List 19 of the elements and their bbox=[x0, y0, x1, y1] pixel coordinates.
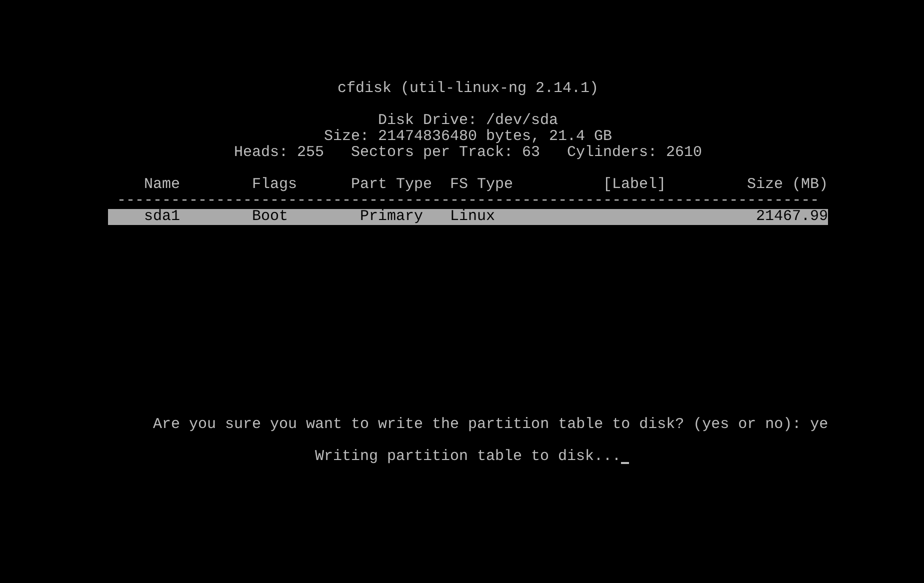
column-header: [Label] bbox=[603, 176, 666, 193]
disk-info-line: Disk Drive: /dev/sda bbox=[378, 112, 558, 129]
column-header: Part Type bbox=[351, 176, 432, 193]
program-title: cfdisk (util-linux-ng 2.14.1) bbox=[337, 80, 599, 97]
partition-row[interactable]: sda1 Boot Primary Linux 21467.99 bbox=[108, 209, 828, 225]
table-separator: ------------------------------------------------------------------------------ bbox=[117, 192, 820, 209]
table-cell: 21467.99 bbox=[756, 208, 828, 225]
column-header: Name bbox=[144, 176, 180, 193]
table-cell: Boot bbox=[252, 208, 288, 225]
table-cell-text: Primary bbox=[359, 208, 424, 225]
column-header: Flags bbox=[252, 176, 298, 193]
status-message: Writing partition table to disk... bbox=[315, 449, 622, 465]
disk-info-line: Heads: 255 Sectors per Track: 63 Cylinders: 2610 bbox=[234, 144, 702, 161]
table-cell: Linux bbox=[450, 208, 496, 225]
confirm-prompt: Are you sure you want to write the partition table to disk? (yes or no): ye bbox=[153, 416, 828, 433]
disk-info-line: Size: 21474836480 bytes, 21.4 GB bbox=[324, 128, 612, 145]
table-cell: sda1 bbox=[144, 208, 180, 225]
column-header: Size (MB) bbox=[746, 176, 828, 193]
column-header: FS Type bbox=[450, 176, 514, 193]
